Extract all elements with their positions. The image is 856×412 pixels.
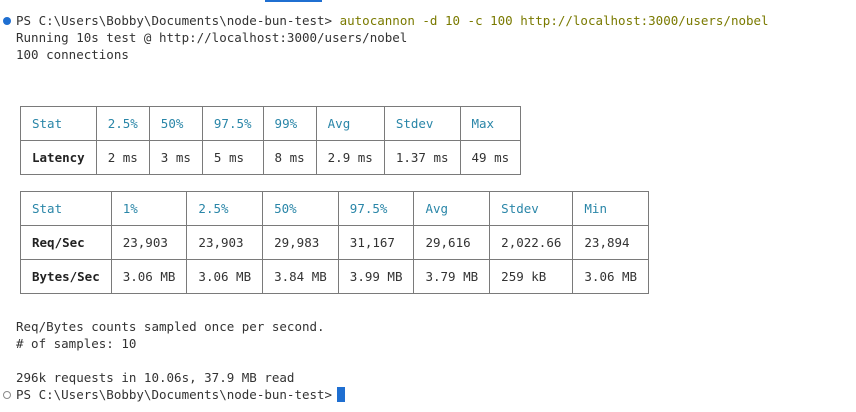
latency-header-cell: Max [459, 106, 522, 141]
latency-header-cell: 99% [262, 106, 317, 141]
latency-header-cell: Stat [20, 106, 97, 141]
throughput-header-cell: 2.5% [186, 191, 264, 226]
command-success-dot-icon[interactable] [3, 17, 11, 25]
table-cell: 23,903 [186, 225, 264, 260]
table-cell: 2,022.66 [489, 225, 574, 260]
latency-header-cell: Stdev [383, 106, 461, 141]
throughput-header-row: Stat 1% 2.5% 50% 97.5% Avg Stdev Min [20, 191, 650, 226]
prompt-text: PS C:\Users\Bobby\Documents\node-bun-tes… [16, 13, 333, 28]
latency-table: Stat 2.5% 50% 97.5% 99% Avg Stdev Max La… [20, 106, 522, 175]
throughput-header-cell: Avg [413, 191, 491, 226]
command-text: autocannon -d 10 -c 100 http://localhost… [339, 13, 769, 28]
table-cell: 29,983 [262, 225, 339, 260]
active-tab-indicator [265, 0, 322, 2]
throughput-table: Stat 1% 2.5% 50% 97.5% Avg Stdev Min Req… [20, 191, 650, 294]
samples-line: # of samples: 10 [16, 336, 137, 351]
summary-line: 296k requests in 10.06s, 37.9 MB read [16, 370, 295, 385]
row-label: Latency [20, 140, 97, 175]
table-cell: 3.06 MB [572, 259, 650, 294]
throughput-header-cell: 1% [110, 191, 188, 226]
table-cell: 3.99 MB [337, 259, 415, 294]
connections-line: 100 connections [16, 47, 129, 62]
command-pending-circle-icon[interactable] [3, 391, 11, 399]
sampled-note-line: Req/Bytes counts sampled once per second… [16, 319, 325, 334]
cursor-icon [337, 387, 346, 402]
throughput-header-cell: 50% [262, 191, 339, 226]
table-row: Req/Sec 23,903 23,903 29,983 31,167 29,6… [20, 225, 650, 260]
latency-header-cell: Avg [315, 106, 385, 141]
prompt-text: PS C:\Users\Bobby\Documents\node-bun-tes… [16, 387, 333, 402]
latency-header-cell: 2.5% [95, 106, 150, 141]
terminal-output[interactable]: PS C:\Users\Bobby\Documents\node-bun-tes… [0, 0, 856, 412]
latency-header-cell: 97.5% [201, 106, 264, 141]
final-prompt-line[interactable]: PS C:\Users\Bobby\Documents\node-bun-tes… [16, 386, 346, 403]
row-label: Req/Sec [20, 225, 112, 260]
latency-header-cell: 50% [148, 106, 203, 141]
throughput-header-cell: Min [572, 191, 650, 226]
table-cell: 3.84 MB [262, 259, 339, 294]
table-cell: 5 ms [201, 140, 264, 175]
table-cell: 259 kB [489, 259, 574, 294]
table-cell: 2.9 ms [315, 140, 385, 175]
table-cell: 2 ms [95, 140, 150, 175]
throughput-header-cell: Stdev [489, 191, 574, 226]
table-cell: 29,616 [413, 225, 491, 260]
table-row: Bytes/Sec 3.06 MB 3.06 MB 3.84 MB 3.99 M… [20, 259, 650, 294]
table-cell: 3.06 MB [186, 259, 264, 294]
row-label: Bytes/Sec [20, 259, 112, 294]
table-cell: 23,903 [110, 225, 188, 260]
table-cell: 49 ms [459, 140, 522, 175]
running-line: Running 10s test @ http://localhost:3000… [16, 30, 408, 45]
throughput-header-cell: 97.5% [337, 191, 415, 226]
latency-header-row: Stat 2.5% 50% 97.5% 99% Avg Stdev Max [20, 106, 522, 141]
table-cell: 3.06 MB [110, 259, 188, 294]
table-cell: 3.79 MB [413, 259, 491, 294]
table-cell: 23,894 [572, 225, 650, 260]
command-line: PS C:\Users\Bobby\Documents\node-bun-tes… [16, 12, 769, 29]
table-cell: 31,167 [337, 225, 415, 260]
throughput-header-cell: Stat [20, 191, 112, 226]
table-cell: 1.37 ms [383, 140, 461, 175]
table-cell: 3 ms [148, 140, 203, 175]
table-cell: 8 ms [262, 140, 317, 175]
table-row: Latency 2 ms 3 ms 5 ms 8 ms 2.9 ms 1.37 … [20, 140, 522, 175]
